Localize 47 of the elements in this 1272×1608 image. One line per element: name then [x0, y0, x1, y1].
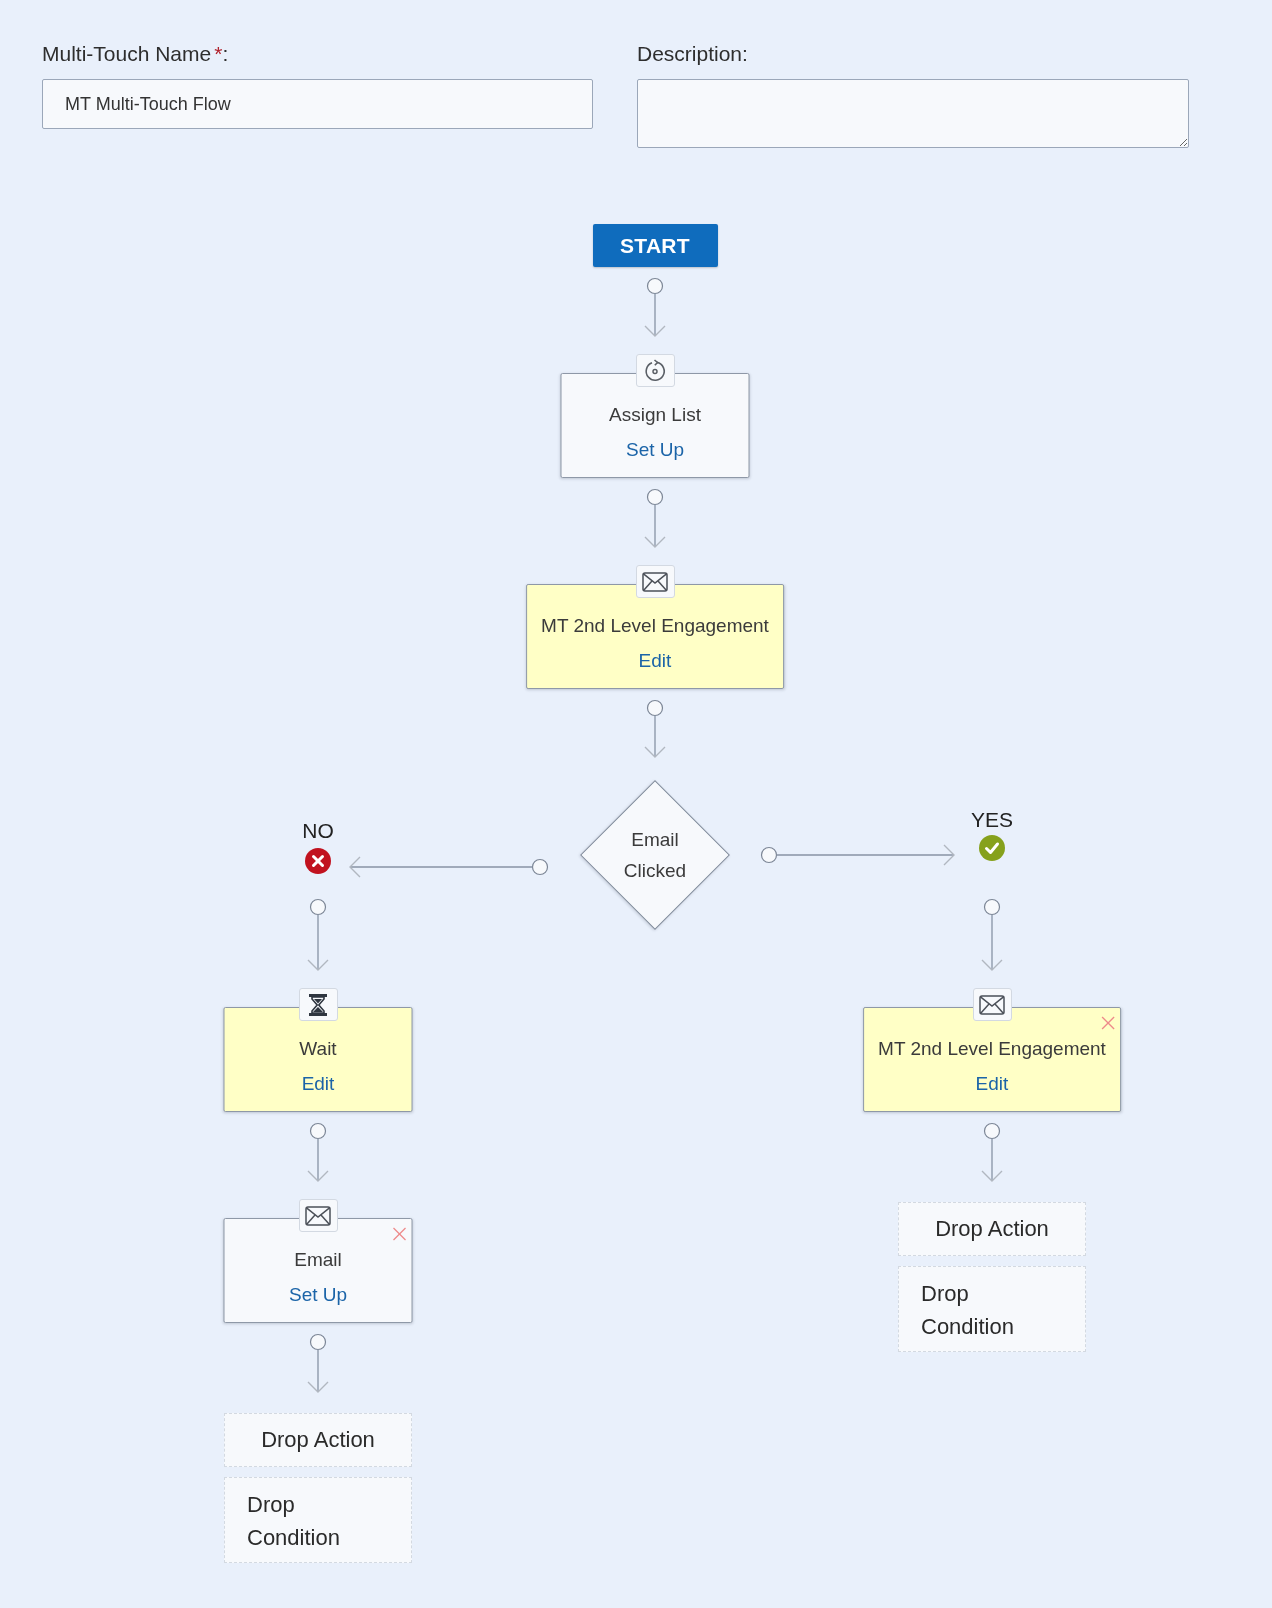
step-title: Wait	[299, 1037, 337, 1060]
hourglass-icon	[298, 988, 338, 1021]
connector-arrow	[307, 1348, 329, 1393]
connector-port[interactable]	[983, 1122, 1001, 1140]
step-link[interactable]: Edit	[301, 1072, 335, 1095]
name-field[interactable]: MT Multi-Touch Flow	[42, 79, 593, 129]
description-field[interactable]	[637, 79, 1189, 148]
field-label: Description:	[637, 42, 748, 66]
step-link[interactable]: Set Up	[625, 438, 685, 461]
branch-label: NO	[302, 819, 334, 843]
check-circle-icon	[979, 835, 1005, 861]
connector-arrow	[644, 292, 666, 337]
connector-arrow	[981, 913, 1003, 971]
step-title: Assign List	[609, 403, 701, 426]
step-title: MT 2nd Level Engagement	[541, 614, 769, 637]
branch-label: YES	[971, 808, 1013, 832]
drop-zone: Drop Condition	[224, 1477, 412, 1563]
connector-port[interactable]	[531, 858, 549, 876]
connector-port[interactable]	[646, 699, 664, 717]
cross-circle-icon	[305, 848, 331, 874]
connector-arrow	[644, 714, 666, 758]
step-title: MT 2nd Level Engagement	[878, 1037, 1106, 1060]
step-link[interactable]: Set Up	[288, 1283, 348, 1306]
close-icon[interactable]	[1100, 1016, 1115, 1030]
drop-zone: Drop Condition	[898, 1266, 1086, 1352]
connector-port[interactable]	[309, 1122, 327, 1140]
start-node: START	[592, 224, 718, 267]
close-icon[interactable]	[392, 1227, 407, 1241]
connector-arrow	[644, 503, 666, 548]
step-title: Email	[294, 1248, 342, 1271]
connector-port[interactable]	[309, 898, 327, 916]
connector-arrow	[307, 913, 329, 971]
connector-port[interactable]	[760, 846, 778, 864]
decision-label: Email Clicked	[622, 828, 688, 883]
connector-port[interactable]	[646, 277, 664, 295]
step-link[interactable]: Edit	[638, 649, 672, 672]
drop-zone: Drop Action	[898, 1202, 1086, 1256]
envelope-icon	[635, 565, 675, 598]
connector-port[interactable]	[646, 488, 664, 506]
connector-arrow	[307, 1137, 329, 1182]
connector-port[interactable]	[309, 1333, 327, 1351]
drop-zone: Drop Action	[224, 1413, 412, 1467]
field-label: Multi-Touch Name*:	[42, 42, 229, 66]
connector-arrow	[981, 1137, 1003, 1182]
step-link[interactable]: Edit	[975, 1072, 1009, 1095]
connector-port[interactable]	[983, 898, 1001, 916]
envelope-icon	[972, 988, 1012, 1021]
